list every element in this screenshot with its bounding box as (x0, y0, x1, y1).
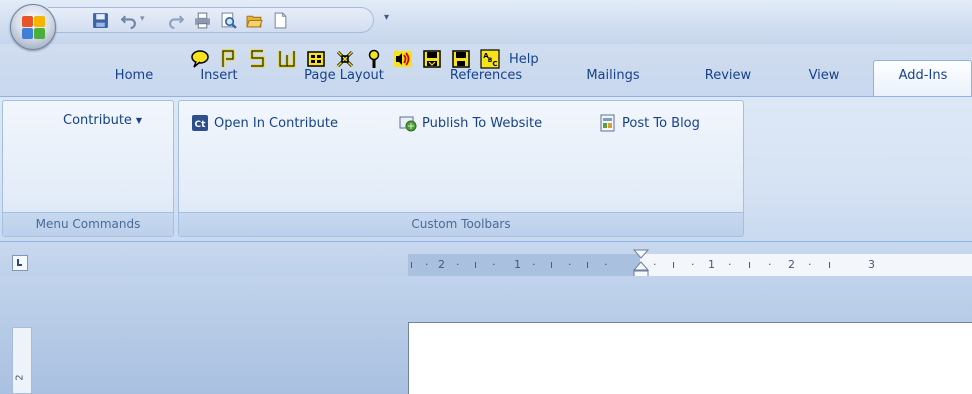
group-label-custom-toolbars: Custom Toolbars (179, 212, 743, 236)
vertical-ruler-tick: 2 (14, 374, 26, 381)
ruler-tick: ı (586, 258, 590, 271)
ruler-tick: ı (828, 258, 832, 271)
open-in-contribute-label: Open In Contribute (214, 115, 338, 131)
ruler-tick: · (653, 258, 657, 271)
customize-quick-access-icon[interactable]: ▾ (384, 12, 394, 24)
ruler-tick: · (532, 258, 536, 271)
grid-icon[interactable] (306, 49, 326, 69)
vertical-ruler[interactable]: 2 (12, 327, 32, 394)
tab-add-ins[interactable]: Add-Ins (878, 64, 968, 90)
ruler-tick: 2 (438, 258, 445, 271)
five-icon[interactable] (248, 49, 268, 69)
disk-icon[interactable] (451, 49, 471, 69)
chevron-down-icon: ▼ (135, 116, 143, 125)
abc-icon[interactable]: A B C (480, 49, 500, 69)
ruler-tick: ı (748, 258, 752, 271)
ruler-tick: ı (474, 258, 478, 271)
comment-balloon-icon[interactable] (190, 49, 210, 69)
crossed-tools-icon[interactable] (335, 49, 355, 69)
print-preview-icon[interactable] (220, 12, 237, 29)
ruler-tick: 2 (788, 258, 795, 271)
print-icon[interactable] (194, 12, 211, 29)
post-to-blog-label: Post To Blog (622, 115, 700, 131)
svg-text:C: C (492, 60, 497, 68)
group-label-menu-commands: Menu Commands (3, 212, 173, 236)
ruler-tick: ı (550, 258, 554, 271)
office-button[interactable] (10, 4, 56, 50)
key-icon[interactable] (364, 49, 384, 69)
open-in-contribute-button[interactable]: Ct Open In Contribute (191, 111, 338, 135)
undo-dropdown-icon[interactable]: ▾ (140, 14, 145, 24)
ruler-tick: ı (410, 258, 414, 271)
w-icon[interactable] (277, 49, 297, 69)
ruler-tick: ı (672, 258, 676, 271)
contribute-icon: Ct (192, 115, 208, 131)
open-icon[interactable] (246, 12, 263, 29)
ruler-tick: 1 (708, 258, 715, 271)
publish-website-icon (399, 116, 417, 132)
save-alt-icon[interactable] (422, 49, 442, 69)
ruler-tick: · (568, 258, 572, 271)
custom-tool-row: A B C Help (190, 47, 539, 71)
quick-access-toolbar: ▾ (48, 7, 374, 33)
ruler-tick: · (768, 258, 772, 271)
contribute-dropdown-label: Contribute (63, 113, 132, 128)
tab-selector[interactable] (12, 255, 28, 271)
tab-mailings[interactable]: Mailings (570, 64, 656, 90)
ruler-tick: · (425, 258, 429, 271)
publish-to-website-label: Publish To Website (422, 115, 543, 131)
tab-review[interactable]: Review (690, 64, 766, 90)
ruler-tick: · (728, 258, 732, 271)
group-custom-toolbars: Ct Open In Contribute Publish To Website… (178, 100, 744, 237)
ruler-tick: · (456, 258, 460, 271)
contribute-dropdown[interactable]: Contribute ▼ (63, 113, 142, 128)
left-tab-icon (17, 259, 22, 266)
post-to-blog-button[interactable]: Post To Blog (599, 111, 700, 135)
redo-icon[interactable] (168, 12, 185, 29)
ruler-tick: · (604, 258, 608, 271)
office-logo-icon (22, 16, 45, 39)
p-icon[interactable] (219, 49, 239, 69)
tab-home[interactable]: Home (104, 64, 164, 90)
ruler-tick: 3 (868, 258, 875, 271)
help-button[interactable]: Help (509, 52, 539, 67)
ruler-tick: · (808, 258, 812, 271)
ruler-tick: · (492, 258, 496, 271)
ruler-tick: · (691, 258, 695, 271)
post-blog-icon (600, 114, 615, 132)
ribbon: Contribute ▼ Menu Commands Ct Open In Con… (0, 96, 972, 242)
save-icon[interactable] (92, 12, 109, 29)
document-page[interactable] (408, 322, 972, 394)
new-document-icon[interactable] (272, 12, 289, 29)
tab-view[interactable]: View (796, 64, 852, 90)
undo-icon[interactable] (120, 12, 137, 29)
horizontal-ruler[interactable]: ı · 2 · ı · 1 · ı · ı · 1 · ı · 2 · ı · … (408, 254, 972, 276)
ruler-tick: 1 (514, 258, 521, 271)
group-menu-commands: Contribute ▼ Menu Commands (2, 100, 174, 237)
audio-icon[interactable] (393, 49, 413, 69)
svg-text:Ct: Ct (195, 120, 207, 130)
publish-to-website-button[interactable]: Publish To Website (399, 111, 542, 135)
